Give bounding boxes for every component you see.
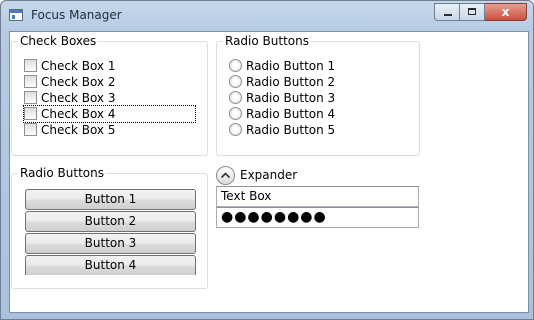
radio-label: Radio Button 5 (246, 123, 336, 137)
expander-label: Expander (240, 168, 298, 182)
minimize-button[interactable] (434, 3, 460, 21)
checkbox-label: Check Box 3 (41, 91, 116, 105)
checkbox-label: Check Box 5 (41, 123, 116, 137)
button-4[interactable]: Button 4 (25, 255, 196, 275)
checkbox-box[interactable] (24, 107, 37, 120)
radio-circle[interactable] (229, 75, 242, 88)
button-2[interactable]: Button 2 (25, 211, 196, 232)
checkboxes-groupbox: Check Boxes Check Box 1 Check Box 2 Chec… (11, 33, 208, 156)
close-icon: x (501, 5, 510, 19)
close-button[interactable]: x (485, 3, 527, 21)
checkbox-label: Check Box 2 (41, 75, 116, 89)
app-window: Focus Manager x Check Boxes Check Box 1 … (0, 0, 534, 320)
window-controls: x (434, 3, 527, 21)
radio-circle[interactable] (229, 107, 242, 120)
checkbox-label: Check Box 1 (41, 59, 116, 73)
radio-label: Radio Button 3 (246, 91, 336, 105)
radio-circle[interactable] (229, 91, 242, 104)
password-box[interactable]: ●●●●●●●● (216, 207, 419, 228)
checkbox-4[interactable]: Check Box 4 (23, 105, 196, 123)
text-box[interactable]: Text Box (216, 186, 419, 207)
expander-toggle-button[interactable] (216, 166, 235, 185)
radio-groupbox: Radio Buttons Radio Button 1 Radio Butto… (216, 33, 420, 156)
chevron-up-icon (220, 172, 231, 179)
window-title: Focus Manager (31, 8, 122, 22)
title-bar[interactable]: Focus Manager x (1, 1, 533, 31)
checkboxes-group-header: Check Boxes (18, 33, 99, 49)
checkbox-label: Check Box 4 (41, 107, 116, 121)
checkbox-box[interactable] (24, 123, 37, 136)
checkbox-box[interactable] (24, 59, 37, 72)
radio-group-header: Radio Buttons (223, 33, 311, 49)
button-3[interactable]: Button 3 (25, 233, 196, 254)
button-1[interactable]: Button 1 (25, 189, 196, 210)
radio-label: Radio Button 4 (246, 107, 336, 121)
maximize-button[interactable] (460, 3, 485, 21)
radio-circle[interactable] (229, 123, 242, 136)
buttons-groupbox: Radio Buttons Button 1 Button 2 Button 3… (11, 165, 208, 289)
client-area: Check Boxes Check Box 1 Check Box 2 Chec… (9, 31, 529, 313)
buttons-group-header: Radio Buttons (18, 165, 106, 181)
radio-label: Radio Button 1 (246, 59, 336, 73)
radio-label: Radio Button 2 (246, 75, 336, 89)
app-icon (9, 9, 23, 21)
radio-circle[interactable] (229, 59, 242, 72)
checkbox-box[interactable] (24, 91, 37, 104)
checkbox-box[interactable] (24, 75, 37, 88)
